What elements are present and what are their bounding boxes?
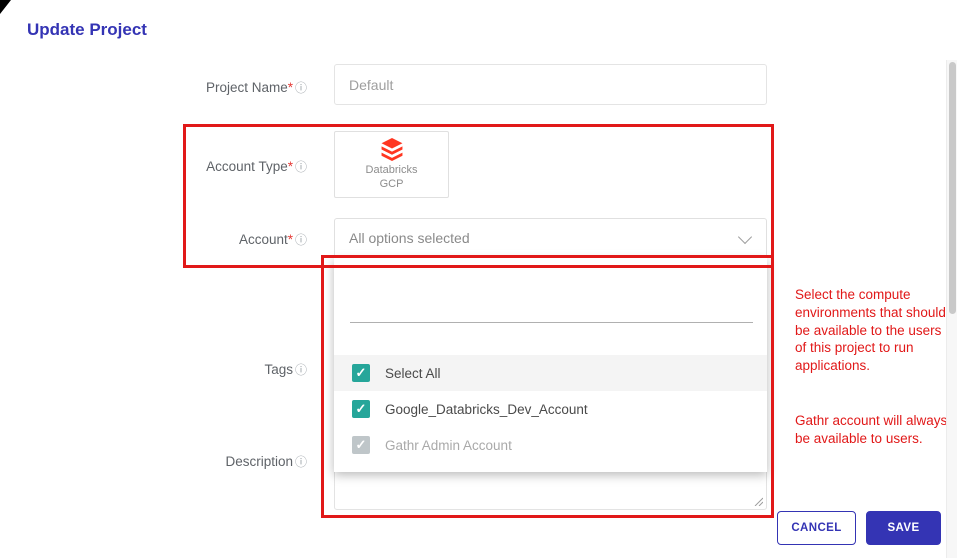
annotation-note-compute-environments: Select the compute environments that sho… (795, 287, 946, 374)
project-name-label: Project Name* ⓘ (205, 80, 307, 95)
cancel-button[interactable]: CANCEL (777, 511, 856, 545)
dropdown-option-google-databricks-dev-account[interactable]: ✓ Google_Databricks_Dev_Account (334, 391, 767, 427)
update-project-page: Update Project Project Name*ⓘ Account Ty… (0, 0, 957, 558)
dropdown-search-input[interactable] (350, 272, 753, 323)
info-icon[interactable]: ⓘ (295, 455, 307, 469)
vertical-scrollbar-track[interactable] (946, 60, 957, 558)
account-select[interactable]: All options selected (334, 218, 767, 258)
vertical-scrollbar-thumb[interactable] (949, 62, 956, 314)
page-title: Update Project (27, 20, 147, 39)
option-label: Gathr Admin Account (385, 437, 512, 453)
dropdown-option-gathr-admin-account: ✓ Gathr Admin Account (334, 427, 767, 463)
checkbox-checked-icon[interactable]: ✓ (352, 400, 370, 418)
save-button[interactable]: SAVE (866, 511, 941, 545)
description-label: Description ⓘ (225, 454, 307, 469)
option-label: Google_Databricks_Dev_Account (385, 401, 588, 417)
info-icon[interactable]: ⓘ (295, 81, 307, 95)
account-type-card-databricks-gcp[interactable]: Databricks GCP (334, 131, 449, 198)
annotation-note-gathr-account: Gathr account will always be available t… (795, 413, 948, 446)
account-label: Account* ⓘ (238, 232, 307, 247)
account-type-card-caption: Databricks GCP (365, 164, 418, 190)
info-icon[interactable]: ⓘ (295, 160, 307, 174)
account-dropdown-panel: ✓ Select All ✓ Google_Databricks_Dev_Acc… (334, 258, 767, 472)
account-select-value: All options selected (349, 230, 470, 246)
required-asterisk: * (287, 232, 293, 247)
checkbox-checked-disabled-icon: ✓ (352, 436, 370, 454)
dropdown-option-select-all[interactable]: ✓ Select All (334, 355, 767, 391)
databricks-logo-icon (381, 138, 402, 162)
account-type-label: Account Type* ⓘ (206, 159, 307, 174)
tags-label: Tags ⓘ (264, 362, 307, 377)
info-icon[interactable]: ⓘ (295, 363, 307, 377)
screenshot-corner-artifact (0, 0, 11, 14)
option-label: Select All (385, 365, 441, 381)
info-icon[interactable]: ⓘ (295, 233, 307, 247)
resize-handle-icon[interactable] (753, 496, 763, 506)
required-asterisk: * (287, 159, 293, 174)
checkbox-checked-icon[interactable]: ✓ (352, 364, 370, 382)
chevron-down-icon (737, 229, 753, 245)
required-asterisk: * (287, 80, 293, 95)
project-name-input[interactable] (334, 64, 767, 105)
